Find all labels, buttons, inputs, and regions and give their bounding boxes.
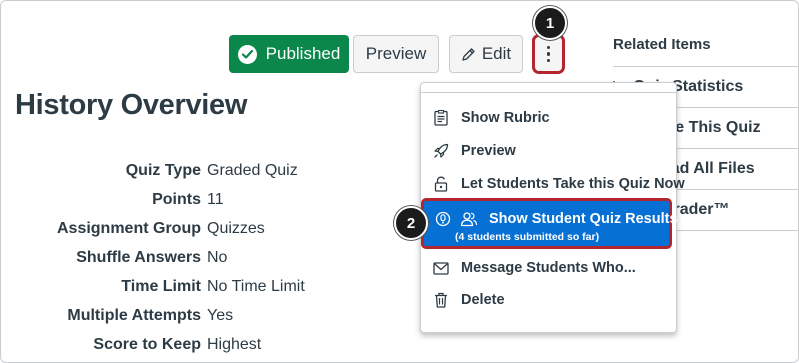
detail-value: Yes [207, 307, 234, 324]
menu-item-show-rubric[interactable]: Show Rubric [421, 103, 676, 133]
detail-label: Multiple Attempts [67, 307, 201, 324]
quiz-page: Published Preview Edit 1 History Overvie… [0, 0, 799, 363]
more-options-button[interactable] [532, 34, 565, 74]
unlock-icon [432, 175, 450, 193]
envelope-icon [432, 259, 450, 277]
menu-item-message-students[interactable]: Message Students Who... [421, 253, 676, 283]
rubric-icon [432, 109, 450, 127]
detail-label: Quiz Type [125, 162, 201, 179]
detail-row: Time Limit No Time Limit [1, 275, 305, 299]
callout-badge-1: 1 [533, 6, 567, 40]
menu-item-label: Let Students Take this Quiz Now [461, 176, 685, 192]
published-label: Published [265, 44, 341, 63]
detail-row: Shuffle Answers No [1, 246, 227, 270]
detail-label: Shuffle Answers [76, 249, 201, 266]
published-button[interactable]: Published [229, 35, 349, 73]
menu-item-show-student-quiz-results[interactable]: Show Student Quiz Results (4 students su… [421, 198, 678, 249]
edit-label: Edit [481, 44, 512, 63]
detail-row: Score to Keep Highest [1, 333, 261, 357]
options-menu: Show Rubric Preview Let Students Take th… [420, 82, 685, 333]
detail-value: No Time Limit [207, 278, 305, 295]
detail-value: Quizzes [207, 220, 265, 237]
detail-row: Points 11 [1, 188, 224, 212]
preview-label: Preview [365, 44, 427, 63]
pencil-icon [461, 47, 476, 62]
page-title: History Overview [15, 89, 248, 121]
sidebar-heading: Related Items [613, 36, 711, 53]
detail-value: 11 [207, 191, 224, 208]
trash-icon [432, 291, 450, 309]
menu-item-label: Preview [461, 143, 516, 159]
detail-value: Graded Quiz [207, 162, 298, 179]
menu-item-preview[interactable]: Preview [421, 136, 676, 166]
detail-value: No [207, 249, 228, 266]
edit-button[interactable]: Edit [449, 35, 523, 73]
rocket-icon [432, 142, 450, 160]
detail-value: Highest [207, 336, 262, 353]
menu-item-delete[interactable]: Delete [421, 285, 676, 315]
users-icon [460, 211, 478, 232]
eye-icon [435, 211, 451, 232]
detail-label: Score to Keep [93, 336, 201, 353]
menu-top-edge [421, 83, 676, 93]
preview-button[interactable]: Preview [353, 35, 439, 73]
menu-item-sublabel: (4 students submitted so far) [455, 231, 600, 243]
menu-item-label: Show Student Quiz Results [489, 211, 678, 227]
detail-label: Assignment Group [56, 220, 201, 237]
callout-badge-2: 2 [394, 206, 428, 240]
detail-row: Quiz Type Graded Quiz [1, 159, 298, 183]
kebab-icon [546, 45, 551, 63]
menu-item-let-students-take-quiz[interactable]: Let Students Take this Quiz Now [421, 169, 685, 199]
detail-label: Points [152, 191, 201, 208]
detail-row: Multiple Attempts Yes [1, 304, 233, 328]
menu-item-label: Delete [461, 292, 505, 308]
detail-row: Assignment Group Quizzes [1, 217, 265, 241]
detail-label: Time Limit [121, 278, 201, 295]
menu-item-label: Show Rubric [461, 110, 550, 126]
menu-item-label: Message Students Who... [461, 260, 636, 276]
check-icon [237, 44, 257, 64]
